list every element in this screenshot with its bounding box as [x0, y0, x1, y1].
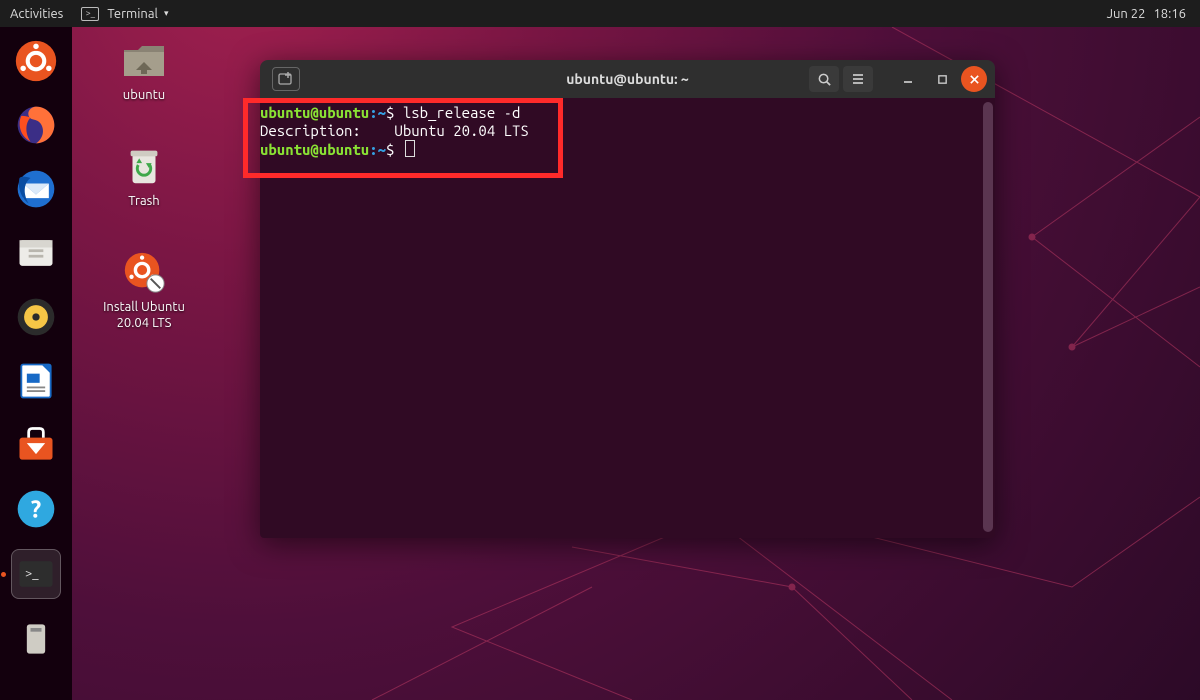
- desktop-icon-label: ubuntu: [96, 87, 192, 103]
- terminal-hamburger-menu[interactable]: [843, 66, 873, 92]
- svg-text:>_: >_: [25, 567, 39, 581]
- dock-ubuntu-software[interactable]: [12, 421, 60, 469]
- clock-date: Jun 22: [1107, 7, 1146, 21]
- gnome-top-bar: Activities >_ Terminal ▾ Jun 22 18:16: [0, 0, 1200, 27]
- dock: ? >_: [0, 27, 72, 700]
- desktop-icon-trash[interactable]: Trash: [96, 142, 192, 209]
- activities-button[interactable]: Activities: [10, 7, 63, 21]
- folder-home-icon: [120, 36, 168, 84]
- app-menu-terminal[interactable]: >_ Terminal ▾: [81, 7, 168, 21]
- window-minimize-button[interactable]: [893, 66, 923, 92]
- desktop-icon-label: Install Ubuntu 20.04 LTS: [96, 299, 192, 332]
- dock-removable-media[interactable]: [12, 615, 60, 663]
- dock-help[interactable]: ?: [12, 485, 60, 533]
- dock-firefox[interactable]: [12, 101, 60, 149]
- spacer: [877, 66, 889, 92]
- terminal-titlebar[interactable]: ubuntu@ubuntu: ~: [260, 60, 995, 98]
- dock-terminal[interactable]: >_: [11, 549, 61, 599]
- terminal-title: ubuntu@ubuntu: ~: [566, 71, 689, 87]
- window-close-button[interactable]: [961, 66, 987, 92]
- dock-rhythmbox[interactable]: [12, 293, 60, 341]
- app-menu-label: Terminal: [107, 7, 158, 21]
- chevron-down-icon: ▾: [164, 8, 169, 19]
- annotation-highlight-box: [243, 98, 563, 178]
- terminal-window: ubuntu@ubuntu: ~ ubuntu@ubuntu:~$ lsb_re…: [260, 60, 995, 538]
- terminal-search-button[interactable]: [809, 66, 839, 92]
- new-tab-button[interactable]: [272, 67, 300, 91]
- dock-libreoffice-writer[interactable]: [12, 357, 60, 405]
- clock-time: 18:16: [1153, 7, 1186, 21]
- terminal-body[interactable]: ubuntu@ubuntu:~$ lsb_release -d Descript…: [260, 98, 995, 538]
- desktop-icon-home[interactable]: ubuntu: [96, 36, 192, 103]
- clock[interactable]: Jun 22 18:16: [1107, 7, 1200, 21]
- trash-icon: [120, 142, 168, 190]
- dock-files[interactable]: [12, 229, 60, 277]
- desktop-icon-label: Trash: [96, 193, 192, 209]
- window-maximize-button[interactable]: [927, 66, 957, 92]
- terminal-icon: >_: [81, 7, 99, 21]
- terminal-scrollbar[interactable]: [983, 102, 993, 532]
- dock-thunderbird[interactable]: [12, 165, 60, 213]
- svg-text:?: ?: [31, 495, 41, 522]
- ubuntu-installer-icon: [120, 248, 168, 296]
- dock-ubuntu-logo[interactable]: [12, 37, 60, 85]
- desktop-icon-install-ubuntu[interactable]: Install Ubuntu 20.04 LTS: [96, 248, 192, 332]
